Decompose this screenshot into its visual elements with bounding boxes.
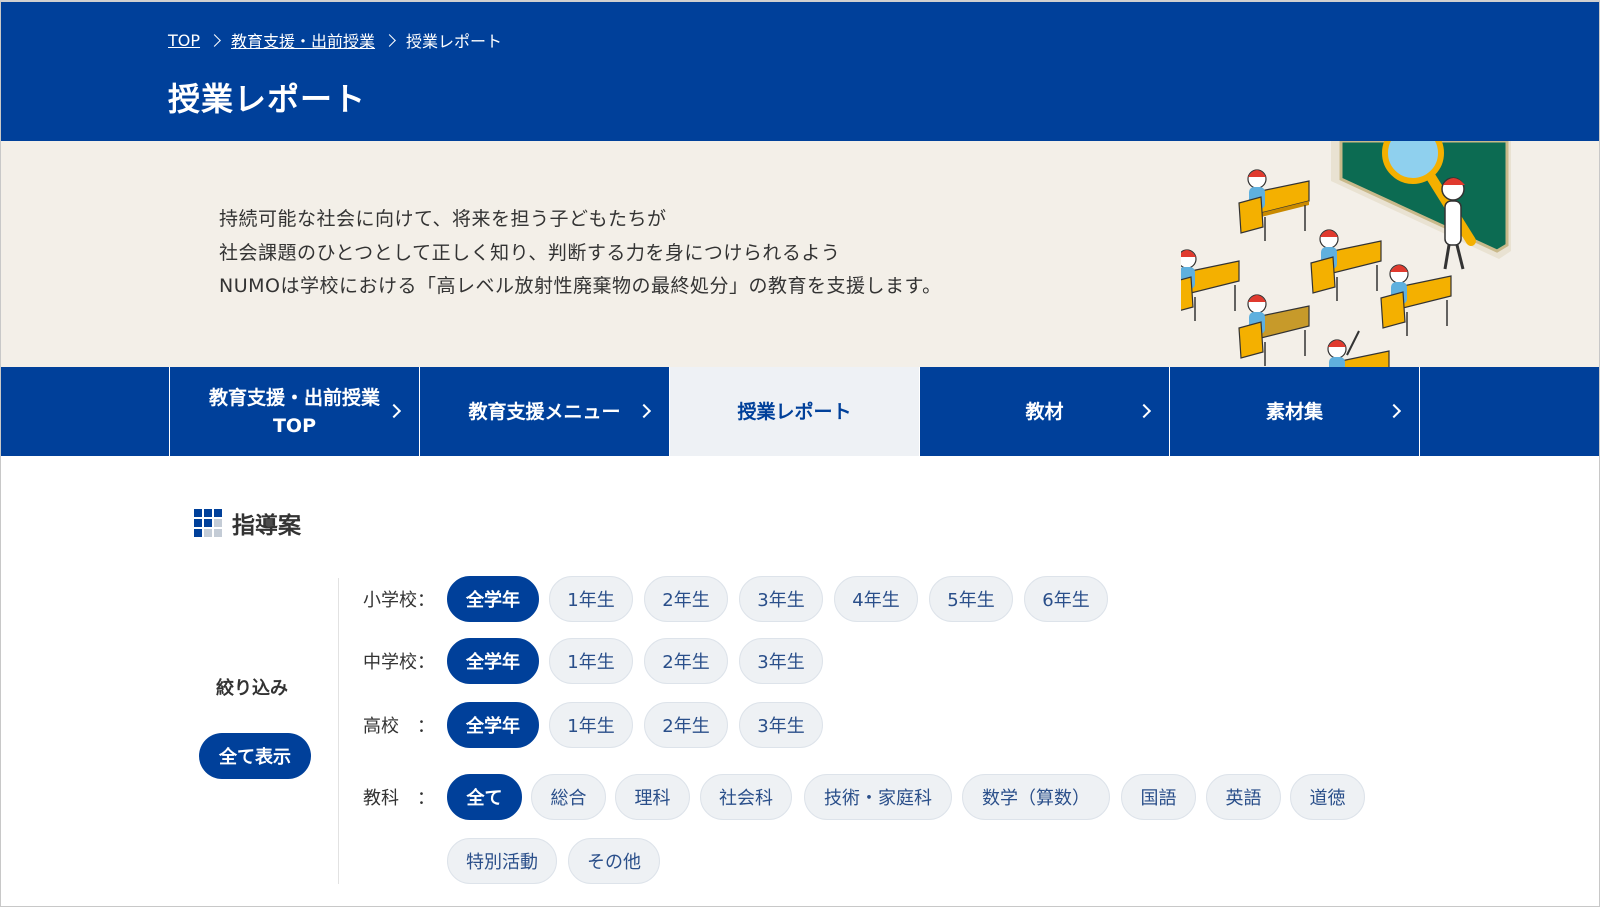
chip-subject-integrated[interactable]: 総合	[531, 774, 606, 820]
nav-label: 教育支援メニュー	[468, 400, 621, 423]
elementary-label: 小学校：	[363, 590, 435, 611]
chip-subject-japanese[interactable]: 国語	[1121, 774, 1196, 820]
chevron-right-icon	[1136, 403, 1152, 419]
chip-junior-grade2[interactable]: 2年生	[644, 638, 728, 684]
chip-elementary-grade3[interactable]: 3年生	[739, 576, 823, 622]
intro-line: NUMOは学校における「高レベル放射性廃棄物の最終処分」の教育を支援します。	[219, 275, 942, 297]
nav-label: 素材集	[1265, 400, 1323, 423]
chevron-right-icon	[383, 33, 396, 47]
chevron-right-icon	[636, 403, 652, 419]
section-heading: 指導案	[194, 506, 301, 540]
chip-elementary-all[interactable]: 全学年	[447, 576, 539, 622]
chip-subject-moral-education[interactable]: 道徳	[1290, 774, 1365, 820]
chevron-right-icon	[386, 403, 402, 419]
chip-junior-all[interactable]: 全学年	[447, 638, 539, 684]
chip-subject-social-studies[interactable]: 社会科	[700, 774, 792, 820]
chip-elementary-grade1[interactable]: 1年生	[549, 576, 633, 622]
chip-subject-other[interactable]: その他	[568, 838, 660, 884]
breadcrumb-parent-link[interactable]: 教育支援・出前授業	[231, 28, 375, 52]
sub-navigation: 教育支援・出前授業 TOP 教育支援メニュー 授業レポート 教材 素材集	[1, 367, 1599, 456]
nav-item-education-menu[interactable]: 教育支援メニュー	[419, 367, 669, 456]
page-title: 授業レポート	[168, 80, 367, 118]
chip-elementary-grade6[interactable]: 6年生	[1024, 576, 1108, 622]
chip-subject-science[interactable]: 理科	[615, 774, 690, 820]
junior-high-label: 中学校：	[363, 652, 435, 673]
classroom-illustration	[1181, 141, 1511, 367]
intro-line: 持続可能な社会に向けて、将来を担う子どもたちが	[219, 208, 667, 230]
filter-label: 絞り込み	[216, 678, 288, 699]
chip-high-all[interactable]: 全学年	[447, 702, 539, 748]
nav-label: TOP	[272, 414, 317, 437]
nav-label: 教材	[1025, 400, 1064, 423]
chip-junior-grade1[interactable]: 1年生	[549, 638, 633, 684]
divider	[338, 578, 339, 884]
subject-label: 教科 ：	[363, 788, 435, 809]
breadcrumb: TOP 教育支援・出前授業 授業レポート	[168, 28, 502, 52]
intro-line: 社会課題のひとつとして正しく知り、判断する力を身につけられるよう	[219, 241, 841, 264]
nav-item-asset-collection[interactable]: 素材集	[1169, 367, 1419, 456]
nav-item-class-report[interactable]: 授業レポート	[669, 367, 919, 456]
chip-subject-technology-home-economics[interactable]: 技術・家庭科	[804, 774, 952, 820]
chip-elementary-grade5[interactable]: 5年生	[929, 576, 1013, 622]
nav-label: 教育支援・出前授業	[208, 386, 380, 409]
chip-subject-english[interactable]: 英語	[1206, 774, 1281, 820]
breadcrumb-current: 授業レポート	[406, 32, 503, 51]
chip-elementary-grade4[interactable]: 4年生	[834, 576, 918, 622]
chip-subject-all[interactable]: 全て	[447, 774, 522, 820]
high-school-label: 高校 ：	[363, 716, 435, 737]
chip-high-grade3[interactable]: 3年生	[739, 702, 823, 748]
intro-band: 持続可能な社会に向けて、将来を担う子どもたちが 社会課題のひとつとして正しく知り…	[1, 141, 1599, 367]
intro-text: 持続可能な社会に向けて、将来を担う子どもたちが 社会課題のひとつとして正しく知り…	[219, 203, 942, 304]
nav-divider	[1419, 367, 1420, 456]
chevron-right-icon	[1386, 403, 1402, 419]
chip-subject-mathematics[interactable]: 数学（算数）	[962, 774, 1110, 820]
breadcrumb-top-link[interactable]: TOP	[168, 31, 200, 50]
page-header: TOP 教育支援・出前授業 授業レポート 授業レポート	[1, 2, 1599, 141]
page-frame: TOP 教育支援・出前授業 授業レポート 授業レポート 持続可能な社会に向けて、…	[0, 0, 1600, 907]
section-title: 指導案	[232, 513, 301, 539]
chip-elementary-grade2[interactable]: 2年生	[644, 576, 728, 622]
desk-group	[1238, 169, 1310, 241]
nav-item-materials[interactable]: 教材	[919, 367, 1169, 456]
nav-label: 授業レポート	[737, 400, 852, 423]
chevron-right-icon	[208, 33, 221, 47]
grid-icon	[194, 509, 222, 537]
chip-high-grade2[interactable]: 2年生	[644, 702, 728, 748]
chip-high-grade1[interactable]: 1年生	[549, 702, 633, 748]
show-all-button[interactable]: 全て表示	[199, 733, 311, 779]
chip-subject-special-activities[interactable]: 特別活動	[447, 838, 557, 884]
chip-junior-grade3[interactable]: 3年生	[739, 638, 823, 684]
nav-item-education-top[interactable]: 教育支援・出前授業 TOP	[169, 367, 419, 456]
